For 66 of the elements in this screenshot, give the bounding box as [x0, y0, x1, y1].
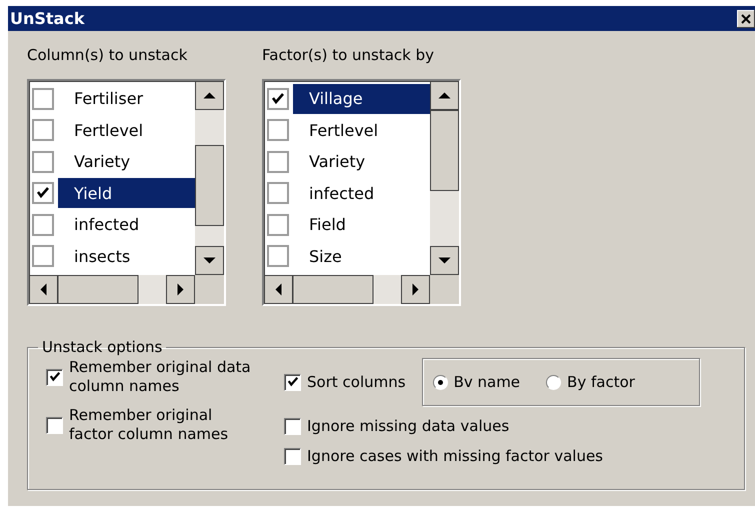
- checkbox[interactable]: [267, 88, 289, 110]
- scroll-right-button[interactable]: [401, 275, 430, 304]
- checkmark-icon: [271, 92, 285, 106]
- list-item[interactable]: infected: [293, 178, 430, 208]
- checkbox[interactable]: [284, 448, 301, 464]
- close-button[interactable]: [737, 10, 755, 28]
- vertical-scrollbar[interactable]: [430, 81, 459, 275]
- radio-button[interactable]: [432, 374, 448, 390]
- list-item[interactable]: Variety: [293, 146, 430, 177]
- scroll-thumb[interactable]: [292, 275, 374, 304]
- list-item[interactable]: Size: [293, 241, 430, 272]
- checkbox[interactable]: [284, 418, 301, 434]
- scroll-up-button[interactable]: [430, 81, 459, 110]
- list-label: Column(s) to unstack: [27, 45, 188, 65]
- checkmark-icon: [36, 186, 50, 200]
- radio-label: Bv name: [454, 372, 520, 392]
- option-label: Sort columns: [307, 372, 406, 392]
- radio-label: By factor: [567, 372, 635, 392]
- close-icon: [741, 14, 751, 24]
- checkmark-icon: [48, 371, 60, 383]
- checkbox[interactable]: [267, 182, 289, 204]
- checkbox[interactable]: [32, 245, 54, 268]
- horizontal-scrollbar[interactable]: [264, 275, 430, 304]
- option-label: Ignore cases with missing factor values: [307, 446, 603, 466]
- checkbox[interactable]: [32, 214, 54, 236]
- checkbox[interactable]: [32, 119, 54, 142]
- scrollbar-corner: [195, 275, 224, 304]
- checkbox[interactable]: [32, 182, 54, 204]
- list-item[interactable]: infected: [58, 210, 195, 240]
- radio-button[interactable]: [546, 374, 562, 390]
- scroll-down-button[interactable]: [430, 246, 459, 275]
- checkbox[interactable]: [46, 416, 63, 434]
- list-item[interactable]: Village: [293, 84, 430, 114]
- list-item[interactable]: Fertiliser: [58, 84, 195, 114]
- list-item[interactable]: Yield: [58, 178, 195, 208]
- checkbox[interactable]: [267, 119, 289, 142]
- checkbox[interactable]: [267, 150, 289, 173]
- scroll-thumb[interactable]: [195, 145, 224, 226]
- checkbox[interactable]: [284, 374, 301, 390]
- checkbox[interactable]: [32, 150, 54, 173]
- checkbox[interactable]: [32, 88, 54, 110]
- horizontal-scrollbar[interactable]: [29, 275, 195, 304]
- vertical-scrollbar[interactable]: [195, 81, 224, 275]
- option-label: Remember original factor column names: [69, 406, 230, 444]
- list-item[interactable]: Variety: [58, 146, 195, 177]
- option-label: Ignore missing data values: [307, 416, 510, 436]
- list-item[interactable]: Fertlevel: [293, 115, 430, 146]
- scroll-left-button[interactable]: [29, 275, 58, 304]
- checkmark-icon: [286, 376, 298, 388]
- list-label: Factor(s) to unstack by: [262, 45, 436, 65]
- checkbox[interactable]: [267, 214, 289, 236]
- scroll-left-button[interactable]: [264, 275, 293, 304]
- scroll-thumb[interactable]: [430, 110, 459, 191]
- scrollbar-corner: [430, 275, 459, 304]
- option-label: Remember original data column names: [69, 358, 252, 396]
- scroll-thumb[interactable]: [58, 275, 138, 304]
- checkbox[interactable]: [46, 368, 63, 386]
- list-item[interactable]: insects: [58, 241, 195, 272]
- scroll-right-button[interactable]: [166, 275, 195, 304]
- scroll-up-button[interactable]: [195, 81, 224, 110]
- group-title: Unstack options: [41, 338, 164, 356]
- window-title: UnStack: [10, 9, 84, 28]
- list-item[interactable]: Field: [293, 210, 430, 240]
- list-item[interactable]: Fertlevel: [58, 115, 195, 146]
- checkbox[interactable]: [267, 245, 289, 268]
- scroll-down-button[interactable]: [195, 246, 224, 275]
